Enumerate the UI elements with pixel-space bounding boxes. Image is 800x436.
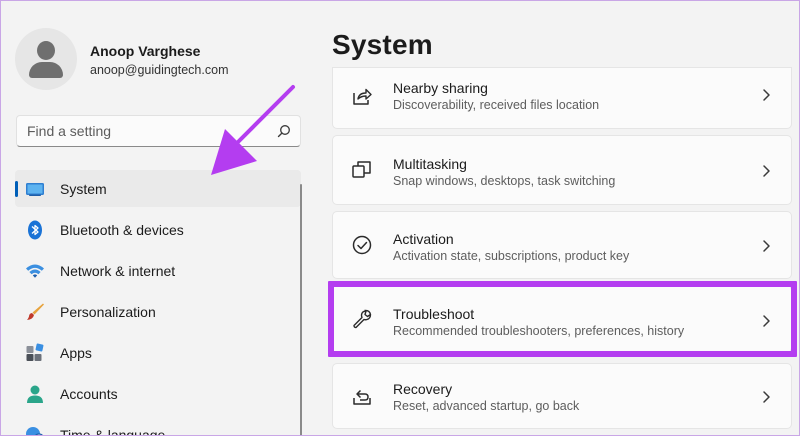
sidebar-item-label: Accounts [60, 386, 118, 402]
sidebar-item-time-language[interactable]: Time & language [15, 416, 301, 436]
sidebar-nav: System Bluetooth & devices Network & int… [15, 170, 301, 436]
sidebar-item-label: Time & language [60, 427, 166, 436]
sidebar-item-personalization[interactable]: Personalization [15, 293, 301, 330]
chevron-right-icon [763, 240, 770, 252]
card-subtitle: Discoverability, received files location [393, 98, 600, 112]
sidebar-item-label: System [60, 181, 107, 197]
sidebar-item-apps[interactable]: Apps [15, 334, 301, 371]
chevron-right-icon [763, 165, 770, 177]
user-email: anoop@guidingtech.com [90, 63, 229, 77]
sidebar-item-label: Network & internet [60, 263, 176, 279]
settings-card-nearby-sharing[interactable]: Nearby sharing Discoverability, received… [332, 67, 792, 129]
settings-window: Anoop Varghese anoop@guidingtech.com Sys… [0, 0, 800, 436]
active-indicator [15, 181, 18, 197]
person-icon [27, 385, 43, 403]
share-icon [353, 88, 372, 105]
sidebar-item-network[interactable]: Network & internet [15, 252, 301, 289]
page-title: System [332, 29, 433, 60]
multitasking-icon [352, 161, 371, 178]
annotation-arrow-icon [211, 85, 295, 175]
brush-icon [27, 303, 44, 320]
card-title: Activation [393, 231, 454, 247]
avatar-head [37, 41, 55, 60]
card-title: Nearby sharing [393, 80, 488, 96]
card-subtitle: Activation state, subscriptions, product… [393, 249, 630, 263]
chevron-right-icon [763, 391, 770, 403]
card-subtitle: Snap windows, desktops, task switching [393, 174, 616, 188]
sidebar-item-label: Apps [60, 345, 92, 361]
card-title: Multitasking [393, 156, 467, 172]
chevron-right-icon [763, 89, 770, 101]
system-monitor-icon [26, 183, 44, 196]
settings-card-multitasking[interactable]: Multitasking Snap windows, desktops, tas… [332, 135, 792, 205]
check-circle-icon [352, 235, 372, 255]
sidebar-item-label: Personalization [60, 304, 156, 320]
annotation-highlight-box [328, 281, 797, 357]
settings-card-recovery[interactable]: Recovery Reset, advanced startup, go bac… [332, 363, 792, 429]
avatar-body [29, 62, 63, 78]
settings-card-activation[interactable]: Activation Activation state, subscriptio… [332, 211, 792, 279]
card-subtitle: Reset, advanced startup, go back [393, 399, 580, 413]
sidebar-item-bluetooth[interactable]: Bluetooth & devices [15, 211, 301, 248]
card-title: Recovery [393, 381, 453, 397]
apps-icon [26, 343, 44, 361]
recovery-icon [353, 389, 371, 405]
sidebar-item-accounts[interactable]: Accounts [15, 375, 301, 412]
sidebar-item-label: Bluetooth & devices [60, 222, 184, 238]
globe-clock-icon [26, 427, 43, 435]
bluetooth-icon [28, 220, 42, 240]
user-name: Anoop Varghese [90, 43, 201, 59]
avatar[interactable] [15, 28, 77, 90]
sidebar-scrollbar[interactable] [300, 184, 302, 435]
wifi-icon [26, 264, 44, 278]
